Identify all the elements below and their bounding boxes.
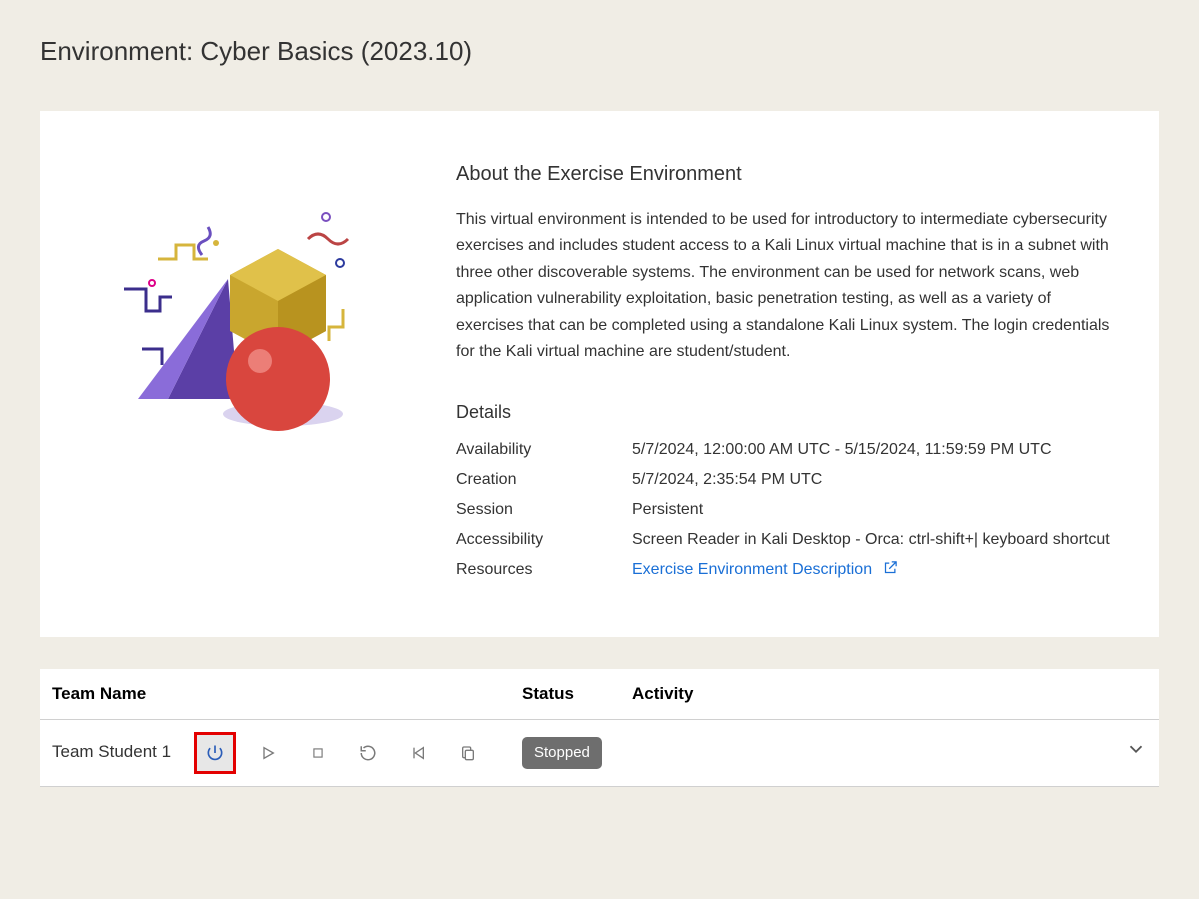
restart-button[interactable] <box>350 735 386 771</box>
restart-icon <box>359 744 377 762</box>
about-description: This virtual environment is intended to … <box>456 207 1111 365</box>
details-label: Session <box>456 498 632 522</box>
stop-button[interactable] <box>300 735 336 771</box>
details-heading: Details <box>456 399 1111 426</box>
team-name: Team Student 1 <box>52 739 171 765</box>
details-value: 5/7/2024, 2:35:54 PM UTC <box>632 468 1111 492</box>
details-value: Screen Reader in Kali Desktop - Orca: ct… <box>632 528 1111 552</box>
step-back-button[interactable] <box>400 735 436 771</box>
play-button[interactable] <box>250 735 286 771</box>
details-label: Creation <box>456 468 632 492</box>
about-heading: About the Exercise Environment <box>456 159 1111 189</box>
external-link-icon <box>883 559 898 583</box>
details-label: Accessibility <box>456 528 632 552</box>
illustration <box>88 159 408 589</box>
details-value: Persistent <box>632 498 1111 522</box>
resources-link-text: Exercise Environment Description <box>632 561 872 578</box>
details-row-accessibility: Accessibility Screen Reader in Kali Desk… <box>456 528 1111 552</box>
status-badge: Stopped <box>522 737 602 770</box>
col-header-activity: Activity <box>632 681 1107 707</box>
details-row-session: Session Persistent <box>456 498 1111 522</box>
copy-button[interactable] <box>450 735 486 771</box>
expand-row-button[interactable] <box>1125 747 1147 764</box>
shapes-illustration <box>108 199 388 439</box>
teams-table: Team Name Status Activity Team Student 1 <box>40 669 1159 787</box>
details-row-creation: Creation 5/7/2024, 2:35:54 PM UTC <box>456 468 1111 492</box>
page-title: Environment: Cyber Basics (2023.10) <box>40 32 1159 71</box>
details-label: Resources <box>456 558 632 583</box>
details-label: Availability <box>456 438 632 462</box>
power-icon <box>205 743 225 763</box>
resources-link[interactable]: Exercise Environment Description <box>632 561 898 578</box>
copy-icon <box>460 744 476 762</box>
step-back-icon <box>410 745 426 761</box>
details-row-availability: Availability 5/7/2024, 12:00:00 AM UTC -… <box>456 438 1111 462</box>
col-header-team-name: Team Name <box>52 681 522 707</box>
table-row: Team Student 1 <box>40 720 1159 787</box>
details-value: 5/7/2024, 12:00:00 AM UTC - 5/15/2024, 1… <box>632 438 1111 462</box>
environment-card: About the Exercise Environment This virt… <box>40 111 1159 637</box>
power-button[interactable] <box>194 732 236 774</box>
details-row-resources: Resources Exercise Environment Descripti… <box>456 558 1111 583</box>
chevron-down-icon <box>1125 738 1147 760</box>
col-header-status: Status <box>522 681 632 707</box>
play-icon <box>260 745 276 761</box>
stop-icon <box>311 746 325 760</box>
